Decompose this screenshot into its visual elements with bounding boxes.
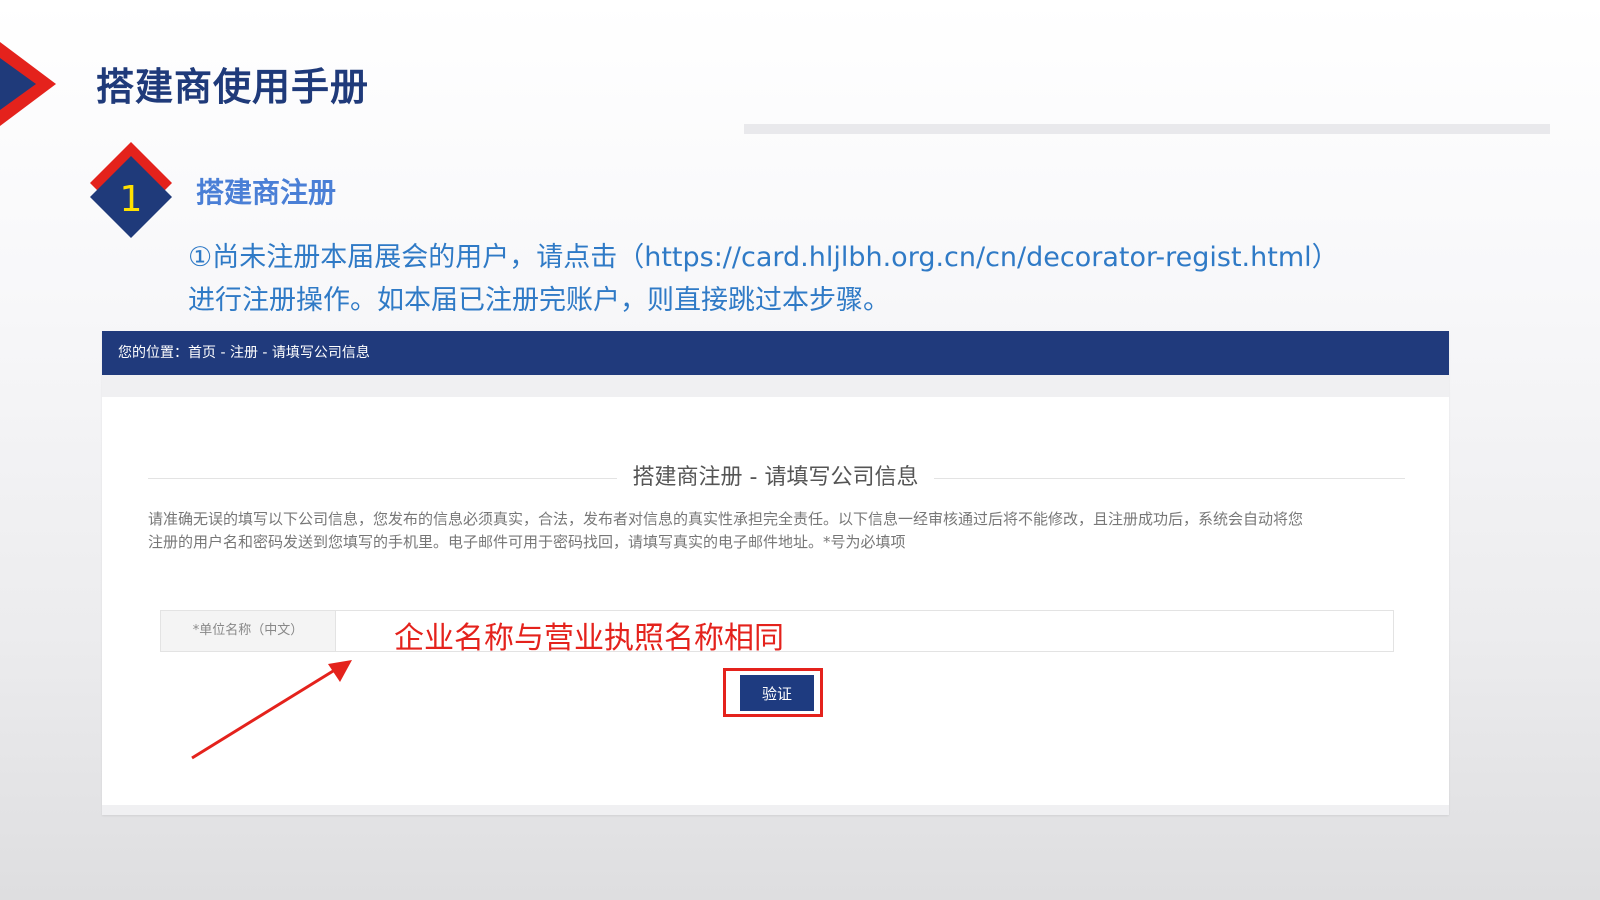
annotation-arrow xyxy=(191,660,352,760)
registration-form: 搭建商注册 - 请填写公司信息 请准确无误的填写以下公司信息，您发布的信息必须真… xyxy=(102,397,1449,805)
breadcrumb: 您的位置：首页 - 注册 - 请填写公司信息 xyxy=(102,331,1449,375)
instruction-line-2: 进行注册操作。如本届已注册完账户，则直接跳过本步骤。 xyxy=(188,285,890,316)
title-divider xyxy=(744,124,1550,134)
form-description-line-1: 请准确无误的填写以下公司信息，您发布的信息必须真实，合法，发布者对信息的真实性承… xyxy=(148,510,1304,528)
form-title: 搭建商注册 - 请填写公司信息 xyxy=(616,465,935,490)
form-heading: 搭建商注册 - 请填写公司信息 xyxy=(102,461,1449,495)
annotation-note: 企业名称与营业执照名称相同 xyxy=(394,621,784,656)
company-name-label: *单位名称（中文） xyxy=(161,611,336,651)
form-description: 请准确无误的填写以下公司信息，您发布的信息必须真实，合法，发布者对信息的真实性承… xyxy=(148,508,1404,554)
verify-button[interactable]: 验证 xyxy=(740,675,814,711)
instructions: ①尚未注册本届展会的用户，请点击（https://card.hljlbh.org… xyxy=(188,236,1588,322)
step-number: 1 xyxy=(119,179,143,220)
instruction-line-1: ①尚未注册本届展会的用户，请点击（https://card.hljlbh.org… xyxy=(188,242,1339,273)
corner-arrow-decoration xyxy=(0,42,56,126)
form-description-line-2: 注册的用户名和密码发送到您填写的手机里。电子邮件可用于密码找回，请填写真实的电子… xyxy=(148,533,906,551)
section-title: 搭建商注册 xyxy=(196,176,337,209)
page-title: 搭建商使用手册 xyxy=(96,65,370,109)
registration-page-screenshot: 您的位置：首页 - 注册 - 请填写公司信息 搭建商注册 - 请填写公司信息 请… xyxy=(102,331,1449,815)
